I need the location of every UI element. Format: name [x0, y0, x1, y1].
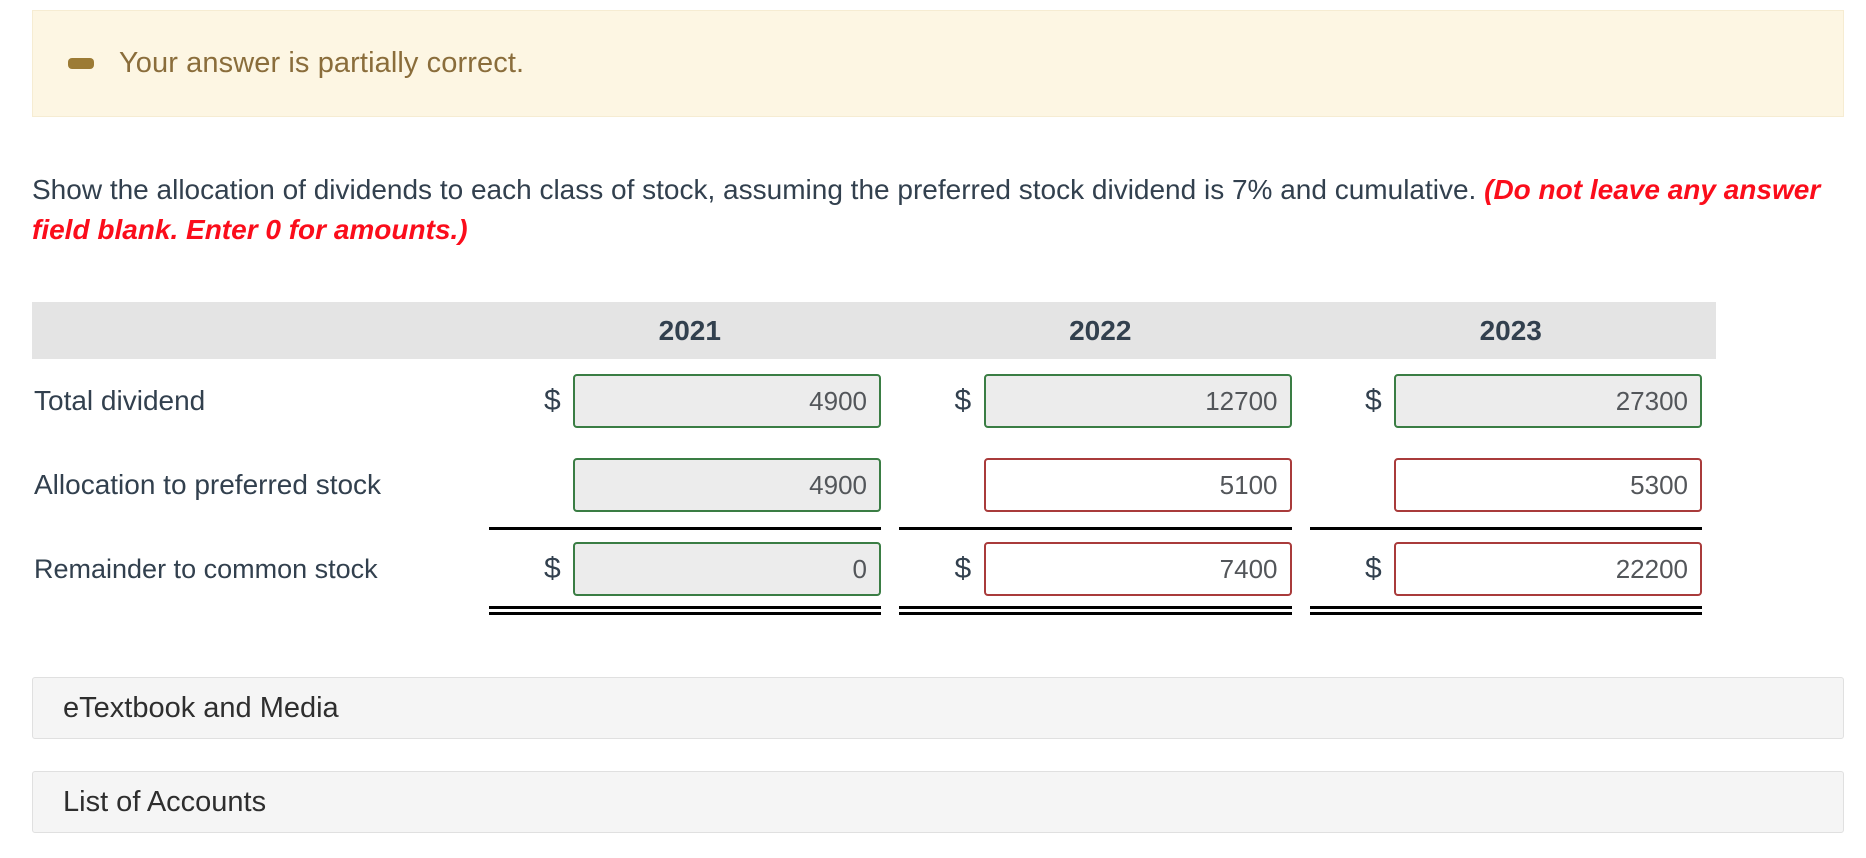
table-header-row: 2021 2022 2023 [32, 302, 1716, 359]
row-label-allocation-preferred: Allocation to preferred stock [34, 469, 382, 500]
input-total-dividend-2022[interactable] [983, 374, 1292, 428]
dollar-sign: $ [954, 384, 972, 417]
minus-dash-icon [68, 58, 94, 69]
cell-allocation-preferred-2022: $ [895, 443, 1305, 527]
table-row: Total dividend $ $ [32, 359, 1716, 443]
dollar-sign: $ [544, 552, 561, 585]
dollar-sign: $ [1365, 384, 1382, 417]
cell-allocation-preferred-2023: $ [1306, 443, 1717, 527]
cell-remainder-common-2021: $ [485, 527, 895, 615]
subtotal-rule-top [1309, 527, 1702, 530]
cell-total-dividend-2023: $ [1306, 359, 1717, 443]
partial-correct-alert: Your answer is partially correct. [32, 10, 1844, 117]
input-total-dividend-2021[interactable] [573, 374, 882, 428]
cell-total-dividend-2021: $ [485, 359, 895, 443]
column-header-2022: 2022 [895, 302, 1306, 359]
subtotal-rule-top [488, 527, 882, 530]
cell-remainder-common-2022: $ [895, 527, 1305, 615]
question-page: Your answer is partially correct. Show t… [0, 0, 1866, 858]
dollar-sign: $ [1365, 552, 1382, 585]
dividend-allocation-table: 2021 2022 2023 Total dividend $ 4900 $ 1… [32, 302, 1717, 615]
row-label-total-dividend: Total dividend [34, 385, 206, 416]
cell-total-dividend-2022: $ [895, 359, 1305, 443]
cell-allocation-preferred-2021: $ [485, 443, 895, 527]
input-remainder-common-2022[interactable] [983, 542, 1292, 596]
dollar-sign: $ [544, 384, 561, 417]
total-rule-double [899, 606, 1292, 615]
etextbook-and-media-label: eTextbook and Media [63, 691, 339, 724]
column-header-2021: 2021 [484, 302, 896, 359]
input-remainder-common-2021[interactable] [573, 542, 882, 596]
input-allocation-preferred-2023[interactable] [1394, 458, 1702, 512]
row-label-remainder-common: Remainder to common stock [34, 553, 378, 584]
input-remainder-common-2023[interactable] [1394, 542, 1702, 596]
input-total-dividend-2023[interactable] [1394, 374, 1702, 428]
cell-remainder-common-2023: $ [1306, 527, 1717, 615]
total-rule-double [488, 606, 882, 615]
list-of-accounts-label: List of Accounts [63, 785, 267, 818]
alert-message: Your answer is partially correct. [119, 47, 525, 79]
total-rule-double [1309, 606, 1702, 615]
column-header-blank [32, 302, 485, 359]
subtotal-rule-top [899, 527, 1292, 530]
dollar-sign: $ [954, 552, 972, 585]
question-prompt: Show the allocation of dividends to each… [32, 170, 1844, 250]
column-header-2023: 2023 [1305, 302, 1716, 359]
input-allocation-preferred-2021[interactable] [573, 458, 882, 512]
etextbook-and-media-button[interactable]: eTextbook and Media [32, 677, 1844, 739]
input-allocation-preferred-2022[interactable] [983, 458, 1292, 512]
prompt-text: Show the allocation of dividends to each… [32, 174, 1485, 205]
table-row: Allocation to preferred stock $ $ [32, 443, 1716, 527]
list-of-accounts-button[interactable]: List of Accounts [32, 771, 1844, 833]
table-row: Remainder to common stock $ $ [32, 527, 1717, 615]
